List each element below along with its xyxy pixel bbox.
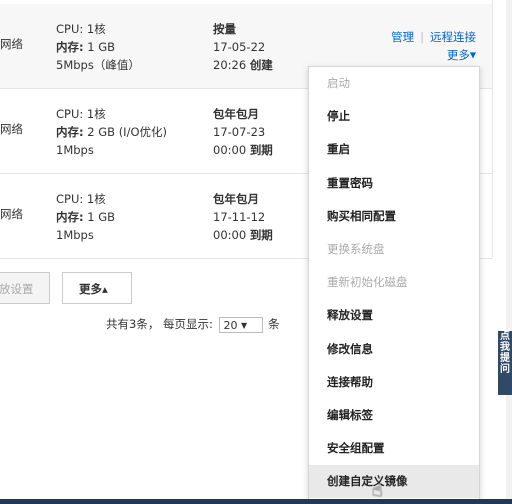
bandwidth: 1Mbps bbox=[56, 143, 94, 157]
spec-cell: CPU: 1核 内存: 1 GB 1Mbps bbox=[56, 190, 115, 244]
page-scrollbar[interactable] bbox=[506, 0, 512, 500]
network-type: 网络 bbox=[0, 37, 23, 51]
manage-link[interactable]: 管理 bbox=[391, 30, 414, 44]
menu-item-reset-password[interactable]: 重置密码 bbox=[309, 167, 479, 200]
billing-suffix: 创建 bbox=[249, 58, 273, 72]
hand-cursor-icon: ☝ bbox=[372, 480, 383, 501]
billing-date: 17-07-23 bbox=[213, 125, 266, 139]
release-settings-button[interactable]: 放设置 bbox=[0, 272, 50, 304]
total-count: 共有3条， bbox=[106, 317, 160, 331]
mem-label: 内存: bbox=[56, 40, 84, 54]
menu-item-create-custom-image[interactable]: 创建自定义镜像 bbox=[309, 465, 479, 499]
pagination: 共有3条， 每页显示: 20 ▼ 条 bbox=[106, 314, 280, 334]
ask-question-tab[interactable]: 点我提问 bbox=[498, 331, 512, 395]
billing-date: 17-11-12 bbox=[213, 210, 266, 224]
cpu-value: 1核 bbox=[86, 192, 106, 206]
billing-suffix: 到期 bbox=[249, 143, 273, 157]
billing-cell: 包年包月 17-07-23 00:00 到期 bbox=[213, 105, 273, 159]
menu-item-edit-tags[interactable]: 编辑标签 bbox=[309, 399, 479, 432]
per-page-label: 每页显示: bbox=[162, 317, 213, 331]
network-type: 网络 bbox=[0, 207, 23, 221]
menu-item-restart[interactable]: 重启 bbox=[309, 133, 479, 166]
batch-more-button[interactable]: 更多▴ bbox=[62, 272, 132, 304]
bandwidth: 5Mbps（峰值） bbox=[56, 58, 140, 72]
separator: | bbox=[420, 30, 424, 44]
spec-cell: CPU: 1核 内存: 2 GB (I/O优化) 1Mbps bbox=[56, 105, 167, 159]
billing-cell: 按量 17-05-22 20:26 创建 bbox=[213, 20, 273, 74]
billing-date: 17-05-22 bbox=[213, 40, 266, 54]
billing-time: 00:00 bbox=[213, 143, 247, 157]
page-size-unit: 条 bbox=[268, 317, 280, 331]
menu-item-replace-system-disk[interactable]: 更换系统盘 bbox=[309, 233, 479, 266]
caret-down-icon: ▼ bbox=[241, 320, 248, 330]
menu-item-buy-same-config[interactable]: 购买相同配置 bbox=[309, 200, 479, 233]
more-dropdown-trigger[interactable]: 更多▼ bbox=[447, 48, 476, 62]
billing-time: 00:00 bbox=[213, 228, 247, 242]
cpu-label: CPU: bbox=[56, 22, 84, 36]
mem-value: 2 GB (I/O优化) bbox=[87, 125, 167, 139]
mem-label: 内存: bbox=[56, 125, 84, 139]
menu-item-security-group[interactable]: 安全组配置 bbox=[309, 432, 479, 465]
remote-connect-link[interactable]: 远程连接 bbox=[430, 30, 476, 44]
menu-item-start[interactable]: 启动 bbox=[309, 67, 479, 100]
page-size-select[interactable]: 20 ▼ bbox=[218, 316, 263, 333]
page-size-value[interactable]: 20 bbox=[224, 319, 238, 332]
caret-down-icon: ▼ bbox=[469, 50, 476, 60]
operations-cell: 管理 | 远程连接 更多▼ bbox=[391, 28, 476, 65]
menu-item-modify-info[interactable]: 修改信息 bbox=[309, 333, 479, 366]
billing-type: 按量 bbox=[213, 22, 236, 36]
menu-item-reinit-disk[interactable]: 重新初始化磁盘 bbox=[309, 266, 479, 299]
more-dropdown-menu: 启动 停止 重启 重置密码 购买相同配置 更换系统盘 重新初始化磁盘 释放设置 … bbox=[308, 66, 480, 500]
billing-type: 包年包月 bbox=[213, 192, 259, 206]
billing-time: 20:26 bbox=[213, 58, 247, 72]
network-type: 网络 bbox=[0, 122, 23, 136]
bandwidth: 1Mbps bbox=[56, 228, 94, 242]
menu-item-connect-help[interactable]: 连接帮助 bbox=[309, 366, 479, 399]
cpu-value: 1核 bbox=[86, 22, 106, 36]
cpu-label: CPU: bbox=[56, 192, 84, 206]
mem-label: 内存: bbox=[56, 210, 84, 224]
menu-item-stop[interactable]: 停止 bbox=[309, 100, 479, 133]
billing-type: 包年包月 bbox=[213, 107, 259, 121]
billing-cell: 包年包月 17-11-12 00:00 到期 bbox=[213, 190, 273, 244]
more-label[interactable]: 更多 bbox=[447, 48, 470, 62]
spec-cell: CPU: 1核 内存: 1 GB 5Mbps（峰值） bbox=[56, 20, 140, 74]
cpu-label: CPU: bbox=[56, 107, 84, 121]
cpu-value: 1核 bbox=[86, 107, 106, 121]
taskbar bbox=[0, 499, 512, 504]
mem-value: 1 GB bbox=[87, 40, 116, 54]
mem-value: 1 GB bbox=[87, 210, 116, 224]
menu-item-release-settings[interactable]: 释放设置 bbox=[309, 299, 479, 332]
billing-suffix: 到期 bbox=[249, 228, 273, 242]
